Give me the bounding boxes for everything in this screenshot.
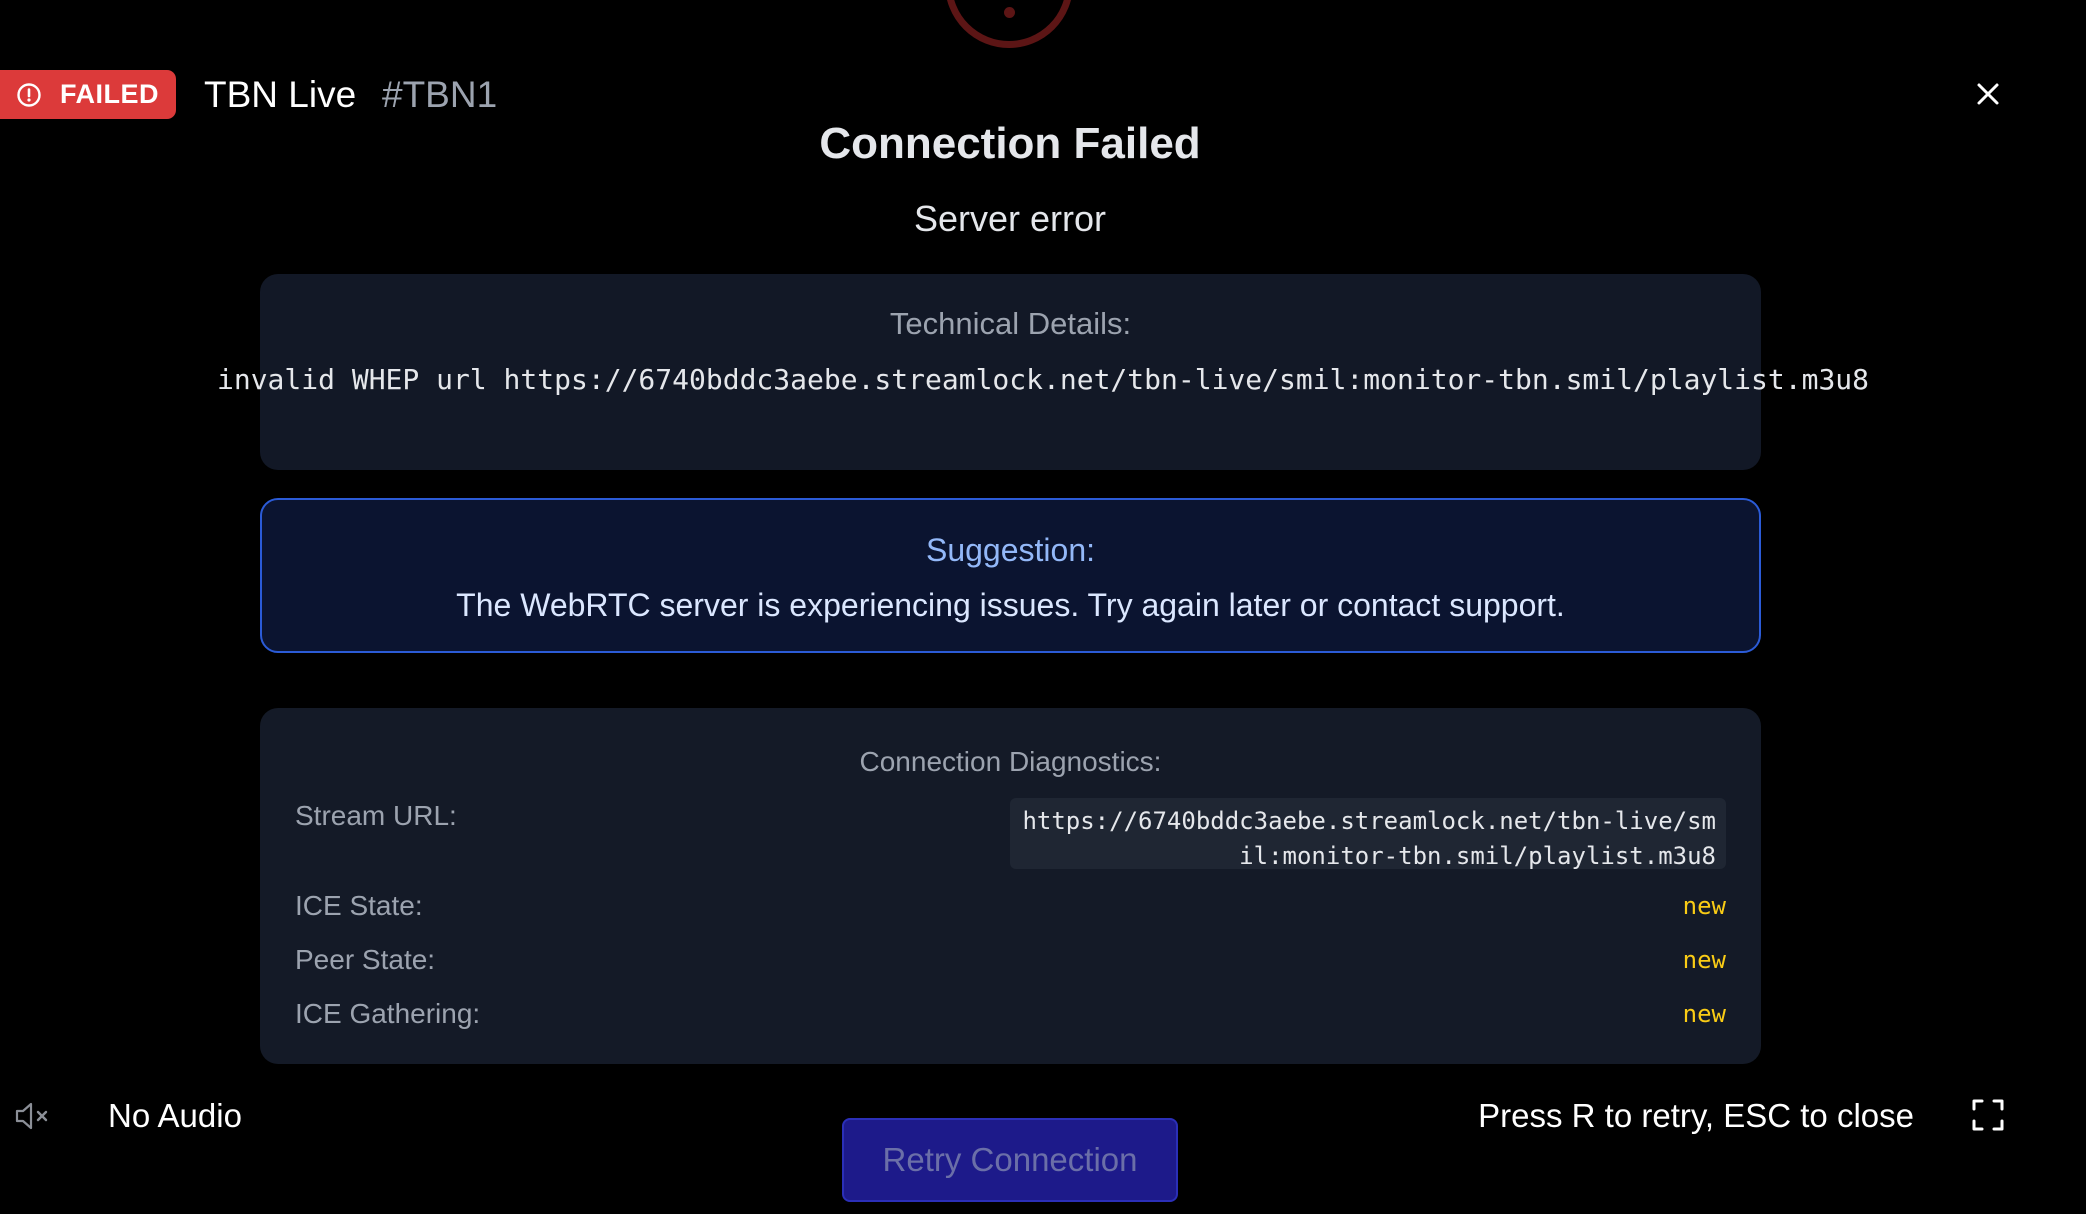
fullscreen-icon[interactable] [1971,1098,2005,1132]
technical-details-message: invalid WHEP url https://6740bddc3aebe.s… [216,363,1870,396]
ice-gathering-label: ICE Gathering: [295,998,481,1029]
stream-id: #TBN1 [382,74,498,115]
stream-url-value: https://6740bddc3aebe.streamlock.net/tbn… [1010,798,1726,870]
error-subtitle: Server error [913,198,1107,239]
error-ring-dot [1004,7,1015,18]
suggestion-panel: Suggestion: The WebRTC server is experie… [260,498,1761,653]
error-title: Connection Failed [819,119,1201,168]
status-badge: FAILED [0,70,176,119]
diagnostics-panel: Connection Diagnostics: Stream URL: http… [260,708,1761,1064]
peer-state-label: Peer State: [295,944,436,975]
stream-url-label: Stream URL: [295,800,457,831]
alert-circle-icon [16,82,42,108]
ice-state-value: new [1682,892,1726,920]
speaker-muted-icon[interactable] [14,1100,50,1132]
ice-state-label: ICE State: [295,890,423,921]
retry-connection-button[interactable]: Retry Connection [842,1118,1178,1202]
suggestion-text: The WebRTC server is experiencing issues… [456,587,1565,623]
close-icon[interactable] [1972,78,2004,110]
status-badge-label: FAILED [60,79,160,109]
technical-details-heading: Technical Details: [889,306,1132,341]
suggestion-heading: Suggestion: [925,532,1095,568]
audio-status-label: No Audio [108,1097,242,1134]
ice-gathering-value: new [1682,1000,1726,1028]
peer-state-value: new [1682,946,1726,974]
keyboard-hint: Press R to retry, ESC to close [1478,1097,1914,1134]
diagnostics-heading: Connection Diagnostics: [859,746,1162,777]
stream-name: TBN Live [204,74,357,115]
